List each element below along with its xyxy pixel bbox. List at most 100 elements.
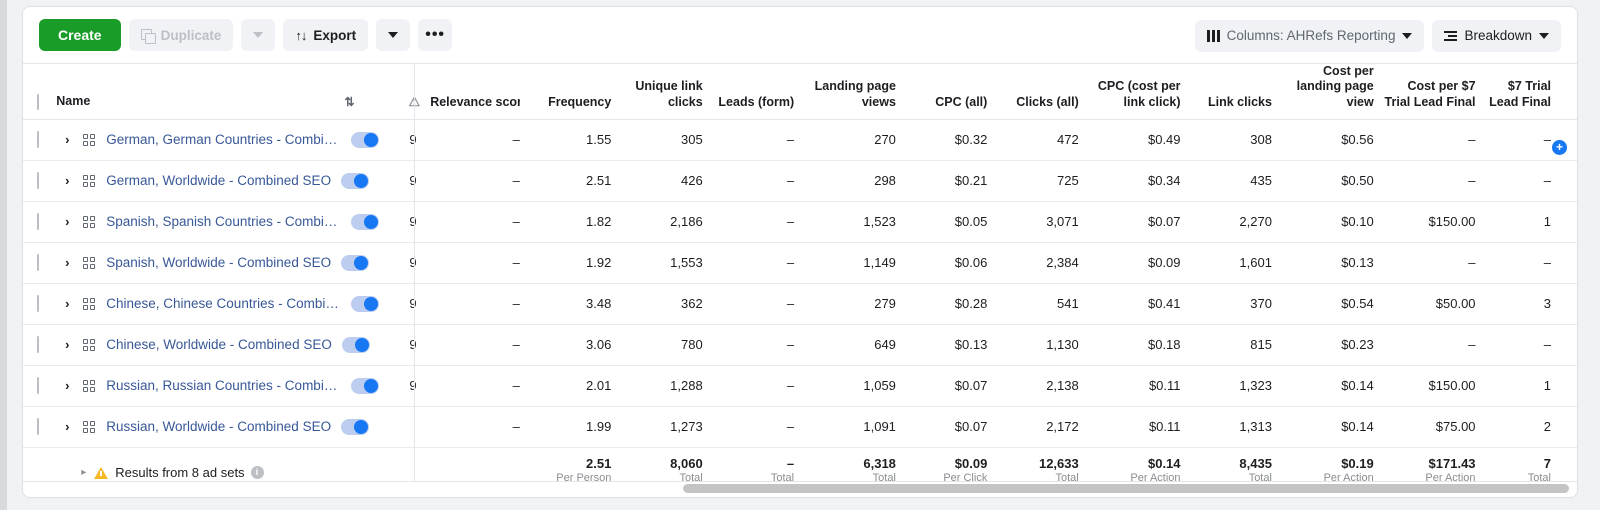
expand-row-icon[interactable]: › <box>56 173 78 188</box>
table-cell: $0.14 <box>1281 406 1384 448</box>
row-name-cell: › German, German Countries - Combined ... <box>56 119 410 161</box>
row-toggle[interactable] <box>341 254 370 271</box>
header-clicks-all[interactable]: Clicks (all) <box>997 64 1089 120</box>
row-checkbox[interactable] <box>37 213 39 231</box>
row-checkbox[interactable] <box>37 295 39 313</box>
expand-row-icon[interactable]: › <box>56 132 78 147</box>
columns-button[interactable]: Columns: AHRefs Reporting <box>1194 19 1425 52</box>
table-row[interactable]: › German, German Countries - Combined ...… <box>23 119 1577 161</box>
export-dropdown-button[interactable] <box>376 19 411 51</box>
columns-label: Columns: AHRefs Reporting <box>1226 28 1396 43</box>
header-cpc-link-click[interactable]: CPC (cost per link click) <box>1088 64 1191 120</box>
table-cell: 279 <box>804 283 906 325</box>
table-cell: – <box>430 119 530 161</box>
table-row[interactable]: › Russian, Worldwide - Combined SEO –1.99 1… <box>23 406 1577 448</box>
row-name-link[interactable]: Russian, Russian Countries - Combined ..… <box>106 378 341 393</box>
create-button[interactable]: Create <box>39 19 121 51</box>
add-column-icon[interactable]: + <box>1552 140 1567 155</box>
table-cell: – <box>430 365 530 407</box>
summary-value: $0.09 <box>954 455 988 471</box>
table-cell: 362 <box>621 283 713 325</box>
header-cost-per-landing-page-view[interactable]: Cost per landing page view <box>1281 64 1384 120</box>
row-checkbox[interactable] <box>37 336 39 354</box>
row-toggle[interactable] <box>341 172 370 189</box>
header-frequency[interactable]: Frequency <box>529 64 622 120</box>
row-name-link[interactable]: Chinese, Worldwide - Combined SEO <box>106 337 332 352</box>
breakdown-icon <box>1444 30 1458 41</box>
row-toggle[interactable] <box>341 336 370 353</box>
table-row[interactable]: › Spanish, Spanish Countries - Combined..… <box>23 201 1577 243</box>
page-left-gutter <box>0 0 7 510</box>
row-toggle[interactable] <box>351 295 380 312</box>
table-scroll-area[interactable]: Name ⇅ ⚠ Relevance score Frequency Uniqu… <box>23 64 1577 497</box>
row-toggle[interactable] <box>351 377 380 394</box>
row-checkbox[interactable] <box>37 377 39 395</box>
header-relevance-score[interactable]: Relevance score <box>430 64 530 120</box>
table-cell: 541 <box>997 283 1089 325</box>
table-row[interactable]: › Chinese, Chinese Countries - Combined..… <box>23 283 1577 325</box>
expand-row-icon[interactable]: › <box>56 214 78 229</box>
duplicate-button[interactable]: Duplicate <box>128 19 234 51</box>
row-checkbox[interactable] <box>37 172 39 190</box>
table-cell: 1,523 <box>804 201 906 243</box>
table-cell: – <box>1485 242 1577 284</box>
row-name-link[interactable]: Russian, Worldwide - Combined SEO <box>106 419 331 434</box>
header-label: Frequency <box>548 94 612 109</box>
header-cost-per-trial-lead[interactable]: Cost per $7 Trial Lead Final <box>1383 64 1486 120</box>
ad-set-icon <box>78 297 100 310</box>
horizontal-scrollbar-track[interactable] <box>23 481 1577 495</box>
expand-row-icon[interactable]: › <box>56 419 78 434</box>
header-leads-form[interactable]: Leads (form) <box>712 64 805 120</box>
table-cell: $150.00 <box>1383 201 1486 243</box>
table-row[interactable]: › German, Worldwide - Combined SEO 9–2.51 4… <box>23 160 1577 202</box>
ad-set-icon <box>78 133 100 146</box>
table-cell: 2,186 <box>621 201 713 243</box>
row-name-link[interactable]: Spanish, Worldwide - Combined SEO <box>106 255 331 270</box>
table-row[interactable]: › Spanish, Worldwide - Combined SEO 9–1.92… <box>23 242 1577 284</box>
expand-summary-icon[interactable]: ▸ <box>56 467 94 478</box>
duplicate-dropdown-button[interactable] <box>241 19 276 51</box>
header-label: Cost per $7 Trial Lead Final <box>1384 79 1476 109</box>
table-cell: $0.18 <box>1088 324 1191 366</box>
select-all-checkbox[interactable] <box>37 93 39 110</box>
row-checkbox[interactable] <box>37 418 39 436</box>
row-name-link[interactable]: German, Worldwide - Combined SEO <box>106 173 331 188</box>
header-trial-lead-final[interactable]: $7 Trial Lead Final <box>1485 64 1577 120</box>
header-cpc-all[interactable]: CPC (all) <box>905 64 998 120</box>
header-link-clicks[interactable]: Link clicks <box>1190 64 1282 120</box>
breakdown-button[interactable]: Breakdown <box>1432 19 1561 52</box>
row-toggle[interactable] <box>351 131 380 148</box>
chevron-down-icon <box>253 32 264 38</box>
expand-row-icon[interactable]: › <box>56 337 78 352</box>
row-name-link[interactable]: Spanish, Spanish Countries - Combined... <box>106 214 341 229</box>
table-cell: 815 <box>1190 324 1282 366</box>
chevron-down-icon <box>388 32 399 38</box>
info-icon[interactable]: i <box>250 466 264 479</box>
row-checkbox[interactable] <box>37 254 39 272</box>
header-unique-link-clicks[interactable]: Unique link clicks <box>621 64 713 120</box>
table-row[interactable]: › Chinese, Worldwide - Combined SEO 9–3.06… <box>23 324 1577 366</box>
table-cell: $0.56 <box>1281 119 1384 161</box>
horizontal-scrollbar-thumb[interactable] <box>683 484 1569 493</box>
sort-icon[interactable]: ⇅ <box>344 95 354 110</box>
table-cell: 1.82 <box>529 201 622 243</box>
export-button[interactable]: ↑↓ Export <box>283 19 369 51</box>
table-cell: – <box>712 283 805 325</box>
row-toggle[interactable] <box>351 213 380 230</box>
row-toggle[interactable] <box>341 418 370 435</box>
table-cell: 305 <box>621 119 713 161</box>
expand-row-icon[interactable]: › <box>56 378 78 393</box>
row-name-link[interactable]: Chinese, Chinese Countries - Combined... <box>106 296 341 311</box>
table-cell: 1,313 <box>1190 406 1282 448</box>
expand-row-icon[interactable]: › <box>56 255 78 270</box>
header-name-cell[interactable]: Name ⇅ ⚠ <box>56 64 431 120</box>
row-checkbox[interactable] <box>37 131 39 149</box>
table-cell: 1,553 <box>621 242 713 284</box>
more-options-button[interactable]: ••• <box>418 19 453 51</box>
table-row[interactable]: › Russian, Russian Countries - Combined .… <box>23 365 1577 407</box>
expand-row-icon[interactable]: › <box>56 296 78 311</box>
header-landing-page-views[interactable]: Landing page views <box>804 64 906 120</box>
row-name-link[interactable]: German, German Countries - Combined ... <box>106 132 341 147</box>
row-name-cell: › Spanish, Spanish Countries - Combined..… <box>56 201 410 243</box>
row-checkbox-cell <box>23 406 57 448</box>
